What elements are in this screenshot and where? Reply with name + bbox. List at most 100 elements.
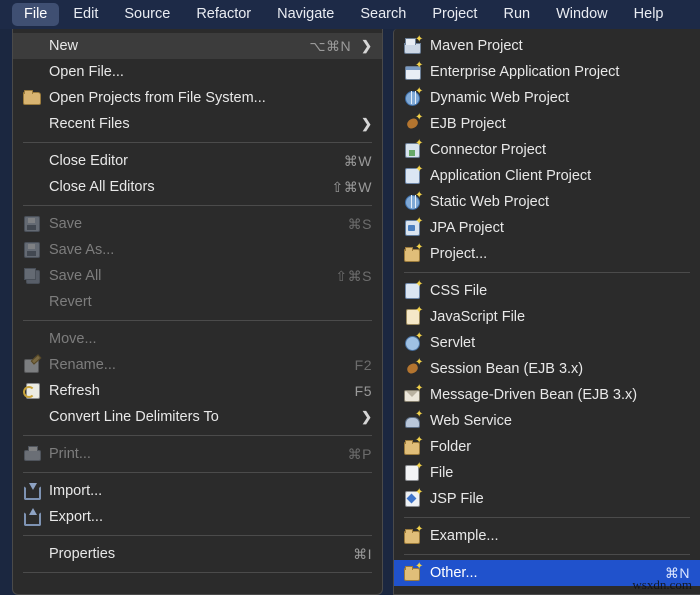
import-icon-glyph bbox=[24, 486, 41, 500]
menu-item-label: JSP File bbox=[430, 491, 690, 507]
menu-item-label: JavaScript File bbox=[430, 309, 690, 325]
menu-item-example[interactable]: Example... bbox=[394, 523, 700, 549]
new-sparkle-icon bbox=[415, 88, 423, 96]
icon-placeholder bbox=[23, 545, 41, 563]
menubar-item-project[interactable]: Project bbox=[420, 3, 489, 26]
menu-item-label: Save As... bbox=[49, 242, 372, 258]
menu-item-shortcut: ⌘W bbox=[344, 153, 372, 170]
menu-item-servlet[interactable]: Servlet bbox=[394, 330, 700, 356]
connector-project-icon bbox=[404, 141, 422, 159]
menubar-item-search[interactable]: Search bbox=[348, 3, 418, 26]
menubar-item-refactor[interactable]: Refactor bbox=[184, 3, 263, 26]
menu-item-maven-project[interactable]: Maven Project bbox=[394, 33, 700, 59]
menu-item-label: CSS File bbox=[430, 283, 690, 299]
menu-item-javascript-file[interactable]: JavaScript File bbox=[394, 304, 700, 330]
menu-item-export[interactable]: Export... bbox=[13, 504, 382, 530]
save-icon bbox=[23, 215, 41, 233]
menu-item-refresh[interactable]: RefreshF5 bbox=[13, 378, 382, 404]
menubar-item-navigate[interactable]: Navigate bbox=[265, 3, 346, 26]
menu-item-label: Enterprise Application Project bbox=[430, 64, 690, 80]
menu-item-web-service[interactable]: Web Service bbox=[394, 408, 700, 434]
menu-item-label: Open Projects from File System... bbox=[49, 90, 372, 106]
new-sparkle-icon bbox=[415, 192, 423, 200]
menu-item-shortcut: ⇧⌘W bbox=[332, 179, 372, 196]
example-icon bbox=[404, 527, 422, 545]
folder-open-icon-glyph bbox=[23, 92, 41, 105]
menu-item-new[interactable]: New⌥⌘N❯ bbox=[13, 33, 382, 59]
menu-item-ejb-project[interactable]: EJB Project bbox=[394, 111, 700, 137]
new-submenu-list: Maven Project Enterprise Application Proj… bbox=[394, 29, 700, 586]
menu-item-move: Move... bbox=[13, 326, 382, 352]
new-sparkle-icon bbox=[415, 563, 423, 571]
icon-placeholder bbox=[23, 115, 41, 133]
new-sparkle-icon bbox=[415, 62, 423, 70]
menu-item-jpa-project[interactable]: JPA Project bbox=[394, 215, 700, 241]
menu-separator bbox=[23, 535, 372, 536]
menu-item-print: Print...⌘P bbox=[13, 441, 382, 467]
menubar-item-source[interactable]: Source bbox=[112, 3, 182, 26]
menu-item-label: Move... bbox=[49, 331, 372, 347]
menu-item-close-editor[interactable]: Close Editor⌘W bbox=[13, 148, 382, 174]
new-sparkle-icon bbox=[415, 36, 423, 44]
menu-item-open-projects-from-file-system[interactable]: Open Projects from File System... bbox=[13, 85, 382, 111]
menu-item-project[interactable]: Project... bbox=[394, 241, 700, 267]
menubar-item-run[interactable]: Run bbox=[491, 3, 542, 26]
save-all-icon-glyph bbox=[26, 270, 40, 284]
menu-item-shortcut: F2 bbox=[355, 357, 372, 373]
new-sparkle-icon bbox=[415, 489, 423, 497]
menu-item-file[interactable]: File bbox=[394, 460, 700, 486]
menu-item-label: Rename... bbox=[49, 357, 341, 373]
menu-item-shortcut: F5 bbox=[355, 383, 372, 399]
menu-item-session-bean-ejb-3-x[interactable]: Session Bean (EJB 3.x) bbox=[394, 356, 700, 382]
menu-item-application-client-project[interactable]: Application Client Project bbox=[394, 163, 700, 189]
menu-item-label: Import... bbox=[49, 483, 372, 499]
menu-item-shortcut: ⇧⌘S bbox=[335, 268, 372, 285]
menu-item-label: Folder bbox=[430, 439, 690, 455]
menu-item-other[interactable]: Other...⌘N bbox=[394, 560, 700, 586]
menubar-item-edit[interactable]: Edit bbox=[61, 3, 110, 26]
rename-icon bbox=[23, 356, 41, 374]
javascript-file-icon bbox=[404, 308, 422, 326]
menu-item-label: Session Bean (EJB 3.x) bbox=[430, 361, 690, 377]
menu-item-open-file[interactable]: Open File... bbox=[13, 59, 382, 85]
menu-item-css-file[interactable]: CSS File bbox=[394, 278, 700, 304]
export-icon bbox=[23, 508, 41, 526]
menubar-item-help[interactable]: Help bbox=[622, 3, 676, 26]
save-as-icon bbox=[23, 241, 41, 259]
message-driven-bean-icon bbox=[404, 386, 422, 404]
menubar-item-file[interactable]: File bbox=[12, 3, 59, 26]
application-client-project-icon bbox=[404, 167, 422, 185]
menu-separator bbox=[23, 142, 372, 143]
print-icon-glyph bbox=[24, 450, 41, 461]
menubar-item-window[interactable]: Window bbox=[544, 3, 620, 26]
menu-separator bbox=[23, 320, 372, 321]
menu-item-static-web-project[interactable]: Static Web Project bbox=[394, 189, 700, 215]
menu-item-recent-files[interactable]: Recent Files❯ bbox=[13, 111, 382, 137]
menu-item-folder[interactable]: Folder bbox=[394, 434, 700, 460]
icon-placeholder bbox=[23, 178, 41, 196]
menu-item-enterprise-application-project[interactable]: Enterprise Application Project bbox=[394, 59, 700, 85]
menu-item-properties[interactable]: Properties⌘I bbox=[13, 541, 382, 567]
menu-item-jsp-file[interactable]: JSP File bbox=[394, 486, 700, 512]
menu-item-label: Export... bbox=[49, 509, 372, 525]
menu-item-label: Connector Project bbox=[430, 142, 690, 158]
menu-separator bbox=[404, 517, 690, 518]
project-icon bbox=[404, 245, 422, 263]
menu-item-import[interactable]: Import... bbox=[13, 478, 382, 504]
import-icon bbox=[23, 482, 41, 500]
menu-item-label: Maven Project bbox=[430, 38, 690, 54]
menu-item-connector-project[interactable]: Connector Project bbox=[394, 137, 700, 163]
new-sparkle-icon bbox=[415, 114, 423, 122]
menu-item-dynamic-web-project[interactable]: Dynamic Web Project bbox=[394, 85, 700, 111]
menu-item-message-driven-bean-ejb-3-x[interactable]: Message-Driven Bean (EJB 3.x) bbox=[394, 382, 700, 408]
new-sparkle-icon bbox=[415, 140, 423, 148]
maven-project-icon bbox=[404, 37, 422, 55]
rename-icon-glyph bbox=[24, 359, 39, 373]
menu-item-close-all-editors[interactable]: Close All Editors⇧⌘W bbox=[13, 174, 382, 200]
menu-item-label: Message-Driven Bean (EJB 3.x) bbox=[430, 387, 690, 403]
menu-item-convert-line-delimiters-to[interactable]: Convert Line Delimiters To❯ bbox=[13, 404, 382, 430]
folder-icon bbox=[404, 438, 422, 456]
file-menu-panel: New⌥⌘N❯Open File... Open Projects from Fi… bbox=[12, 29, 383, 595]
menu-separator bbox=[404, 272, 690, 273]
new-sparkle-icon bbox=[415, 385, 423, 393]
